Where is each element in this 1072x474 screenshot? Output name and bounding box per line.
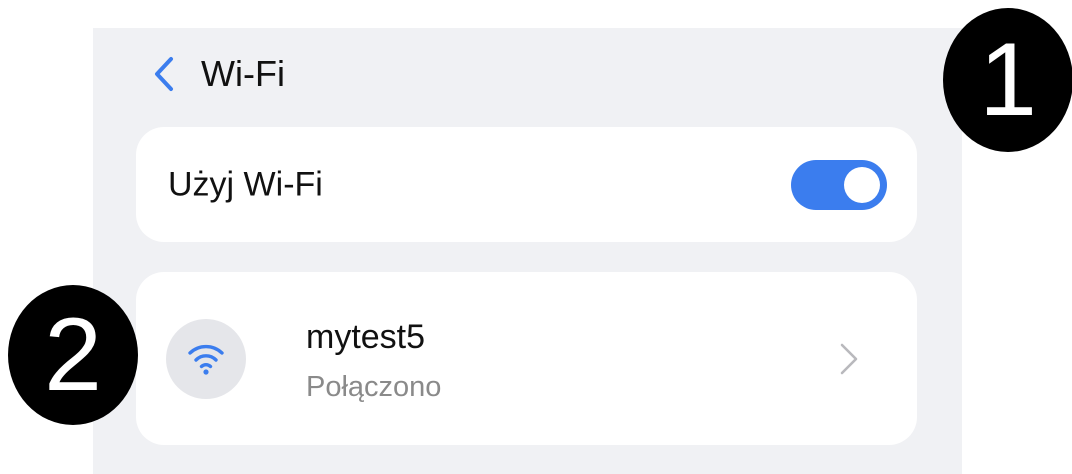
stage: Wi-Fi Użyj Wi-Fi mytest5 Połączono 1 2 — [0, 0, 1072, 474]
annotation-badge-1: 1 — [943, 8, 1072, 152]
wifi-settings-screen: Wi-Fi Użyj Wi-Fi mytest5 Połączono — [93, 28, 962, 474]
back-button[interactable] — [149, 54, 179, 94]
network-status: Połączono — [306, 371, 442, 403]
header: Wi-Fi — [149, 48, 285, 100]
network-name: mytest5 — [306, 318, 426, 356]
network-item[interactable]: mytest5 Połączono — [136, 272, 917, 445]
wifi-icon — [188, 344, 224, 375]
annotation-badge-2: 2 — [8, 285, 138, 425]
chevron-left-icon — [155, 57, 173, 91]
wifi-toggle-card: Użyj Wi-Fi — [136, 127, 917, 242]
chevron-right-icon — [840, 343, 858, 375]
wifi-avatar — [166, 319, 246, 399]
page-title: Wi-Fi — [201, 53, 285, 94]
wifi-toggle-switch[interactable] — [791, 159, 887, 210]
wifi-toggle-label: Użyj Wi-Fi — [168, 165, 323, 203]
toggle-knob — [844, 166, 880, 203]
